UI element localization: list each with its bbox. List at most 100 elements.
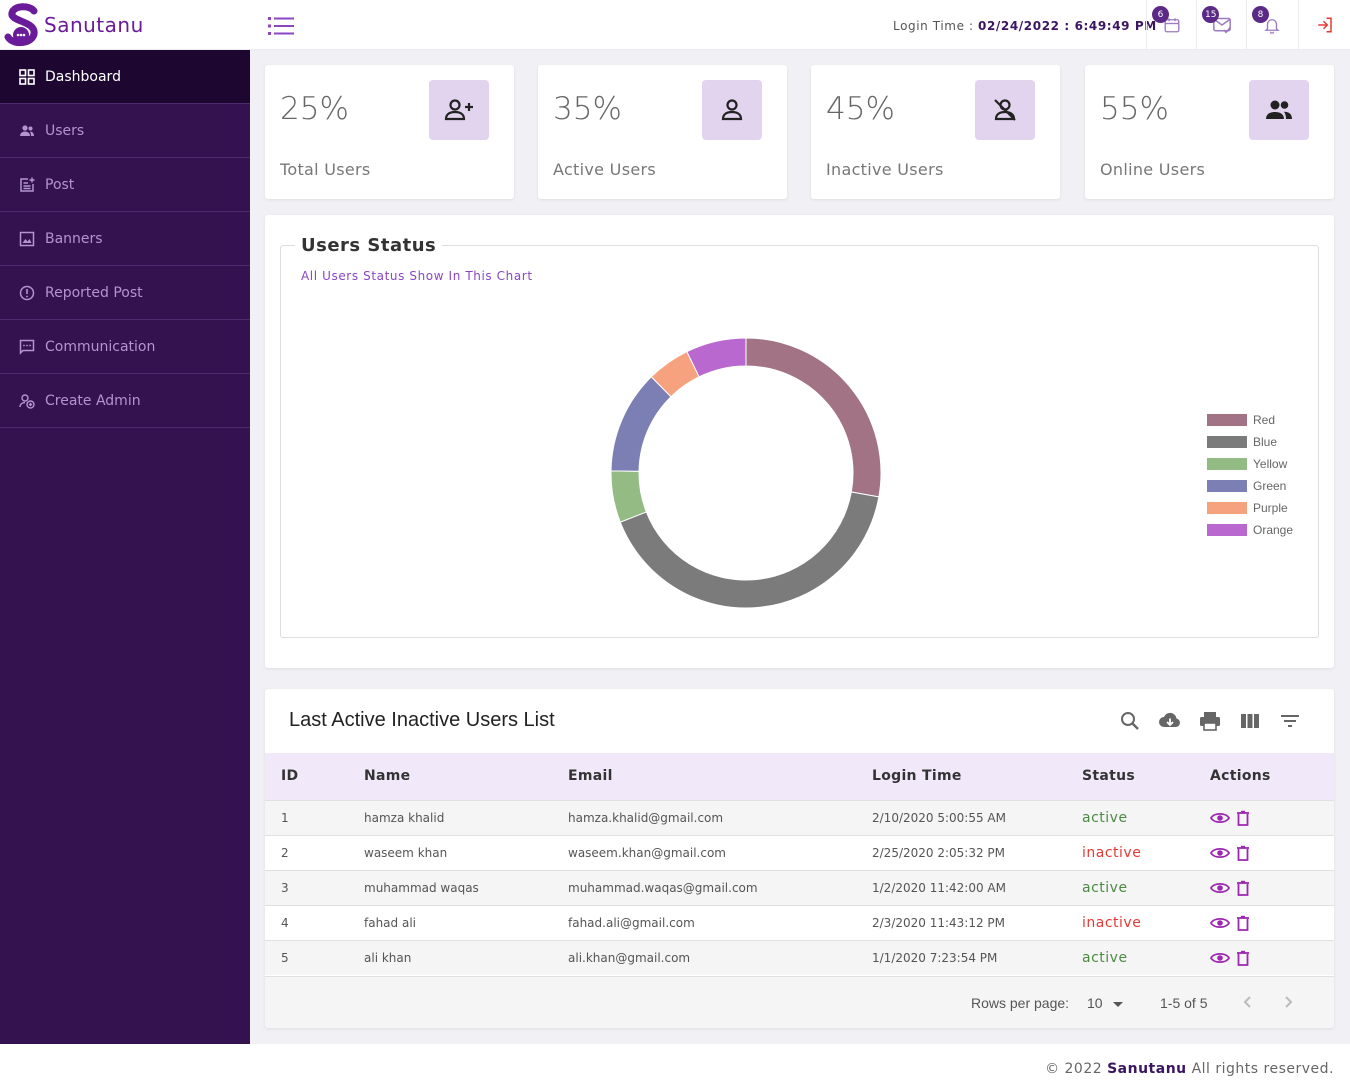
filter-icon[interactable] <box>1278 709 1302 733</box>
cell-login-time: 1/1/2020 7:23:54 PM <box>872 950 998 965</box>
delete-trash-icon[interactable] <box>1236 845 1250 861</box>
cell-id: 4 <box>281 915 289 930</box>
cell-id: 5 <box>281 950 289 965</box>
stat-card-inactive-users: 45% Inactive Users <box>811 65 1060 199</box>
cell-actions <box>1210 800 1334 835</box>
cell-status: inactive <box>1082 844 1142 861</box>
view-eye-icon[interactable] <box>1210 811 1230 825</box>
login-time: Login Time : 02/24/2022 : 6:49:49 PM <box>893 19 1157 33</box>
rows-per-page-select[interactable]: 10 <box>1087 995 1124 1011</box>
column-header-id[interactable]: ID <box>265 753 364 800</box>
stat-card-total-users: 25% Total Users <box>265 65 514 199</box>
table-title: Last Active Inactive Users List <box>289 709 555 731</box>
rows-per-page-value: 10 <box>1087 995 1103 1011</box>
users-table-panel: Last Active Inactive Users List ID Name … <box>265 689 1334 1028</box>
sidebar-item-banners[interactable]: Banners <box>0 212 250 266</box>
calendar-badge: 6 <box>1152 6 1169 23</box>
donut-slice-yellow[interactable] <box>610 470 647 523</box>
sidebar-item-communication[interactable]: Communication <box>0 320 250 374</box>
stat-value: 25% <box>280 91 349 127</box>
donut-slice-green[interactable] <box>610 376 672 472</box>
stat-label: Total Users <box>280 160 371 179</box>
prev-page-icon[interactable] <box>1240 994 1256 1010</box>
cell-status: active <box>1082 879 1128 896</box>
donut-slice-red[interactable] <box>745 337 882 498</box>
menu-list-icon[interactable] <box>268 15 294 37</box>
stat-icon-button[interactable] <box>702 80 762 140</box>
cell-actions <box>1210 940 1334 975</box>
view-columns-icon[interactable] <box>1238 709 1262 733</box>
delete-trash-icon[interactable] <box>1236 950 1250 966</box>
sidebar-item-create-admin[interactable]: Create Admin <box>0 374 250 428</box>
cell-actions <box>1210 905 1334 940</box>
chart-subtitle: All Users Status Show In This Chart <box>301 269 533 283</box>
legend-item[interactable]: Orange <box>1207 519 1293 541</box>
column-header-name[interactable]: Name <box>364 753 568 800</box>
admin-add-icon <box>19 393 35 409</box>
sidebar-item-users[interactable]: Users <box>0 104 250 158</box>
delete-trash-icon[interactable] <box>1236 810 1250 826</box>
next-page-icon[interactable] <box>1280 994 1296 1010</box>
table-header-row: ID Name Email Login Time Status Actions <box>265 753 1334 800</box>
users-status-panel: Users Status All Users Status Show In Th… <box>265 215 1334 668</box>
column-header-login-time[interactable]: Login Time <box>872 753 1082 800</box>
delete-trash-icon[interactable] <box>1236 915 1250 931</box>
stat-value: 45% <box>826 91 895 127</box>
legend-label: Red <box>1253 413 1276 427</box>
stat-icon-button[interactable] <box>1249 80 1309 140</box>
logo[interactable]: Sanutanu <box>4 3 144 47</box>
logout-button[interactable] <box>1298 0 1350 50</box>
cell-name: fahad ali <box>364 915 416 930</box>
cell-id: 1 <box>281 810 289 825</box>
stat-label: Inactive Users <box>826 160 944 179</box>
legend-item[interactable]: Blue <box>1207 431 1293 453</box>
sidebar-item-label: Users <box>45 122 85 139</box>
mail-button[interactable]: 15 <box>1196 0 1246 50</box>
sidebar-item-post[interactable]: Post <box>0 158 250 212</box>
cell-login-time: 2/25/2020 2:05:32 PM <box>872 845 1006 860</box>
users-icon <box>20 124 34 136</box>
cell-actions <box>1210 835 1334 870</box>
view-eye-icon[interactable] <box>1210 951 1230 965</box>
view-eye-icon[interactable] <box>1210 846 1230 860</box>
donut-slice-blue[interactable] <box>619 491 880 609</box>
print-icon[interactable] <box>1198 709 1222 733</box>
view-eye-icon[interactable] <box>1210 881 1230 895</box>
cell-email: waseem.khan@gmail.com <box>568 845 726 860</box>
search-icon[interactable] <box>1118 709 1142 733</box>
stat-label: Active Users <box>553 160 656 179</box>
cell-name: hamza khalid <box>364 810 445 825</box>
donut-chart <box>610 337 882 609</box>
sidebar-item-label: Create Admin <box>45 392 141 409</box>
view-eye-icon[interactable] <box>1210 916 1230 930</box>
stat-icon-button[interactable] <box>429 80 489 140</box>
legend-item[interactable]: Yellow <box>1207 453 1293 475</box>
copyright-prefix: © 2022 <box>1045 1061 1108 1077</box>
stat-value: 35% <box>553 91 622 127</box>
logo-icon <box>4 3 38 47</box>
sidebar-item-dashboard[interactable]: Dashboard <box>0 50 250 104</box>
login-time-value: 6:49:49 PM <box>1074 19 1157 33</box>
chevron-down-icon <box>1113 1002 1124 1007</box>
column-header-actions: Actions <box>1210 768 1271 785</box>
chat-icon <box>19 339 35 355</box>
notifications-button[interactable]: 8 <box>1246 0 1296 50</box>
legend-item[interactable]: Red <box>1207 409 1293 431</box>
column-header-status[interactable]: Status <box>1082 753 1210 800</box>
legend-item[interactable]: Purple <box>1207 497 1293 519</box>
person-off-icon <box>994 99 1016 121</box>
cell-id: 2 <box>281 845 289 860</box>
sidebar: Dashboard Users Post Banners Reported Po… <box>0 50 250 1044</box>
column-header-email[interactable]: Email <box>568 753 872 800</box>
post-add-icon <box>20 177 35 192</box>
delete-trash-icon[interactable] <box>1236 880 1250 896</box>
chart-legend: Red Blue Yellow Green Purple Orange <box>1207 409 1293 541</box>
person-add-icon <box>444 99 473 121</box>
download-icon[interactable] <box>1158 709 1182 733</box>
calendar-button[interactable]: 6 <box>1146 0 1196 50</box>
legend-swatch <box>1207 436 1247 448</box>
sidebar-item-label: Post <box>45 176 75 193</box>
legend-item[interactable]: Green <box>1207 475 1293 497</box>
stat-icon-button[interactable] <box>975 80 1035 140</box>
sidebar-item-reported-post[interactable]: Reported Post <box>0 266 250 320</box>
